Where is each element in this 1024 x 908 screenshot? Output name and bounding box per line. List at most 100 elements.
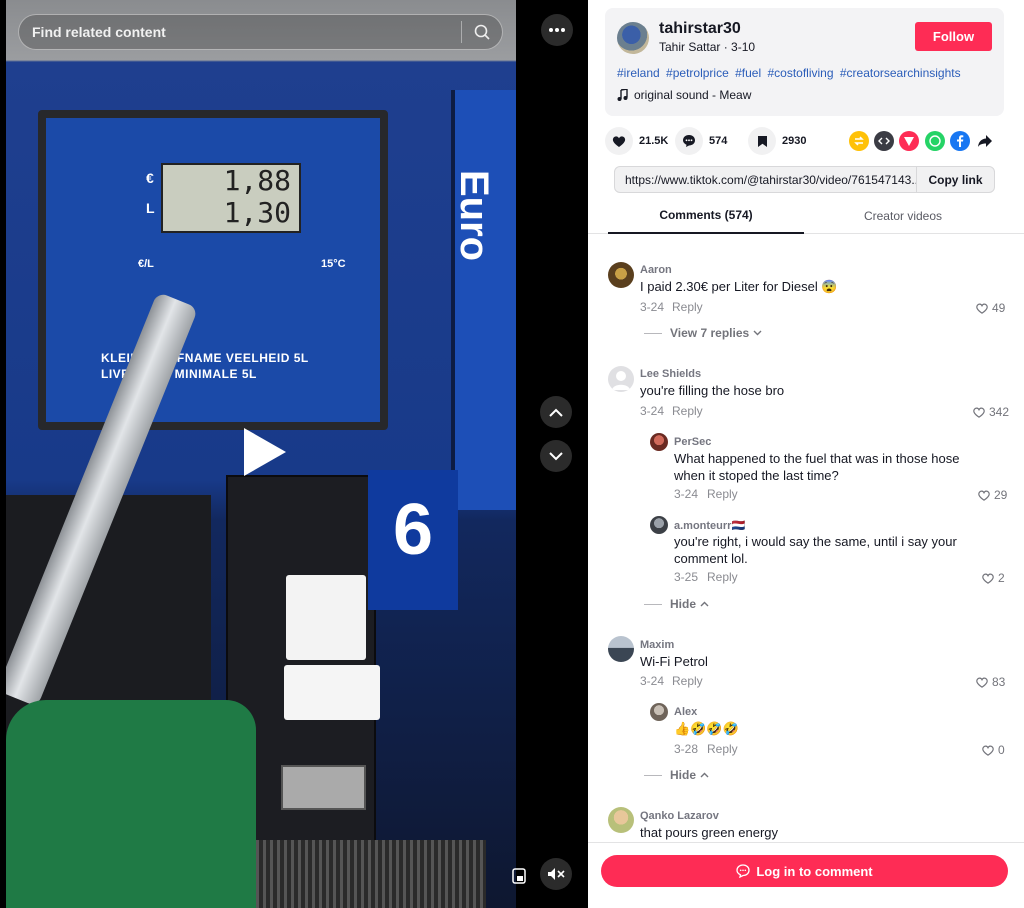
follow-button[interactable]: Follow [915,22,992,51]
copy-link-button[interactable]: Copy link [916,167,994,192]
heart-outline-icon [982,573,994,584]
search-input[interactable] [32,24,461,40]
commenter-name[interactable]: Maxim [640,639,674,651]
play-icon[interactable] [244,428,286,476]
embed-icon [874,131,894,151]
music-link[interactable]: original sound - Meaw [617,88,751,102]
share-arrow-icon [978,135,992,147]
commenter-avatar[interactable] [608,262,634,288]
page-root: Euro € L 1,88 1,30 €/L 15°C KLEINSTE AFN… [0,0,1024,908]
commenter-name[interactable]: Qanko Lazarov [640,810,719,822]
whatsapp-button[interactable] [925,131,945,151]
comment-like-count: 2 [998,571,1005,585]
comment-like-button[interactable]: 49 [976,301,1005,315]
comment-like-button[interactable]: 83 [976,675,1005,689]
reply-avatar[interactable] [650,703,668,721]
login-to-comment-label: Log in to comment [756,863,873,879]
search-bar [18,14,503,50]
comment-like-button[interactable]: 29 [978,488,1007,502]
reply-button[interactable]: Reply [707,570,738,584]
hide-replies-button[interactable]: Hide [644,597,709,611]
comment-list: Aaron I paid 2.30€ per Liter for Diesel … [588,235,1024,840]
comment-like-button[interactable]: 2 [982,571,1005,585]
like-action[interactable]: 21.5K [605,127,668,155]
repost-button[interactable] [849,131,869,151]
embed-button[interactable] [874,131,894,151]
heart-outline-icon [973,407,985,418]
hashtag-link[interactable]: #fuel [735,66,761,80]
reply-avatar[interactable] [650,433,668,451]
euro-label: € [146,170,154,186]
chevron-up-icon [700,601,709,607]
heart-icon [612,135,626,147]
pump-side-text: Euro [452,170,496,262]
save-button[interactable] [748,127,776,155]
author-nickname-line: Tahir Sattar · 3-10 [659,40,755,54]
reply-author-name[interactable]: Alex [674,706,697,718]
comment-date: 3-24 [640,404,665,418]
music-title: original sound - Meaw [634,88,752,102]
reply-button[interactable]: Reply [672,404,703,418]
floating-player-button[interactable] [503,860,535,892]
hashtag-link[interactable]: #petrolprice [666,66,729,80]
reply-avatar[interactable] [650,516,668,534]
ratio-label: €/L [138,258,154,270]
comment-action[interactable]: 574 [675,127,727,155]
previous-video-button[interactable] [540,396,572,428]
tab-comments[interactable]: Comments (574) [608,198,804,234]
login-to-comment-button[interactable]: Log in to comment [601,855,1008,887]
author-avatar[interactable] [617,22,649,54]
comment-button[interactable] [675,127,703,155]
send-button[interactable] [899,131,919,151]
view-replies-button[interactable]: View 7 replies [644,326,762,340]
search-icon [474,24,490,40]
video-area: Euro € L 1,88 1,30 €/L 15°C KLEINSTE AFN… [0,0,588,908]
reply-button[interactable]: Reply [672,300,703,314]
more-share-button[interactable] [975,131,995,151]
hashtag-link[interactable]: #ireland [617,66,660,80]
comment-icon [683,135,695,147]
commenter-avatar[interactable] [608,366,634,392]
commenter-avatar[interactable] [608,807,634,833]
hide-replies-button[interactable]: Hide [644,768,709,782]
reply-date: 3-24 [674,487,699,501]
like-button[interactable] [605,127,633,155]
post-date: 3-10 [731,40,756,54]
search-button[interactable] [462,15,502,49]
temp-label: 15°C [321,258,346,270]
next-video-button[interactable] [540,440,572,472]
author-card: tahirstar30 Tahir Sattar · 3-10 Follow #… [605,8,1004,116]
author-username[interactable]: tahirstar30 [659,20,741,38]
share-link-url[interactable]: https://www.tiktok.com/@tahirstar30/vide… [615,173,916,187]
more-options-button[interactable] [541,14,573,46]
reply-button[interactable]: Reply [672,674,703,688]
reply-button[interactable]: Reply [707,742,738,756]
share-link-box: https://www.tiktok.com/@tahirstar30/vide… [614,166,995,193]
comment-date: 3-24 [640,300,665,314]
comment-text: I paid 2.30€ per Liter for Diesel 😨 [640,279,838,294]
floating-player-icon [512,868,526,884]
commenter-avatar[interactable] [608,636,634,662]
tab-creator-videos[interactable]: Creator videos [805,198,1001,234]
comment-like-button[interactable]: 0 [982,743,1005,757]
bookmark-icon [757,135,767,147]
heart-outline-icon [976,677,988,688]
divider-dash [644,774,662,776]
comment-like-button[interactable]: 342 [973,405,1009,419]
hashtag-link[interactable]: #costofliving [767,66,833,80]
receipt-slot [281,765,366,810]
save-action[interactable]: 2930 [748,127,806,155]
hashtag-link[interactable]: #creatorsearchinsights [840,66,961,80]
comment-like-count: 29 [994,488,1008,502]
facebook-button[interactable] [950,131,970,151]
mute-button[interactable] [540,858,572,890]
comment-text: that pours green energy [640,825,779,840]
reply-button[interactable]: Reply [707,487,738,501]
warning-sticker [284,665,380,720]
comment-like-count: 83 [992,675,1006,689]
commenter-name[interactable]: Lee Shields [640,368,701,380]
reply-text: 👍🤣🤣🤣 [674,721,739,736]
commenter-name[interactable]: Aaron [640,264,672,276]
reply-author-name[interactable]: PerSec [674,436,711,448]
reply-author-name[interactable]: a.monteurr🇳🇱 [674,519,745,532]
